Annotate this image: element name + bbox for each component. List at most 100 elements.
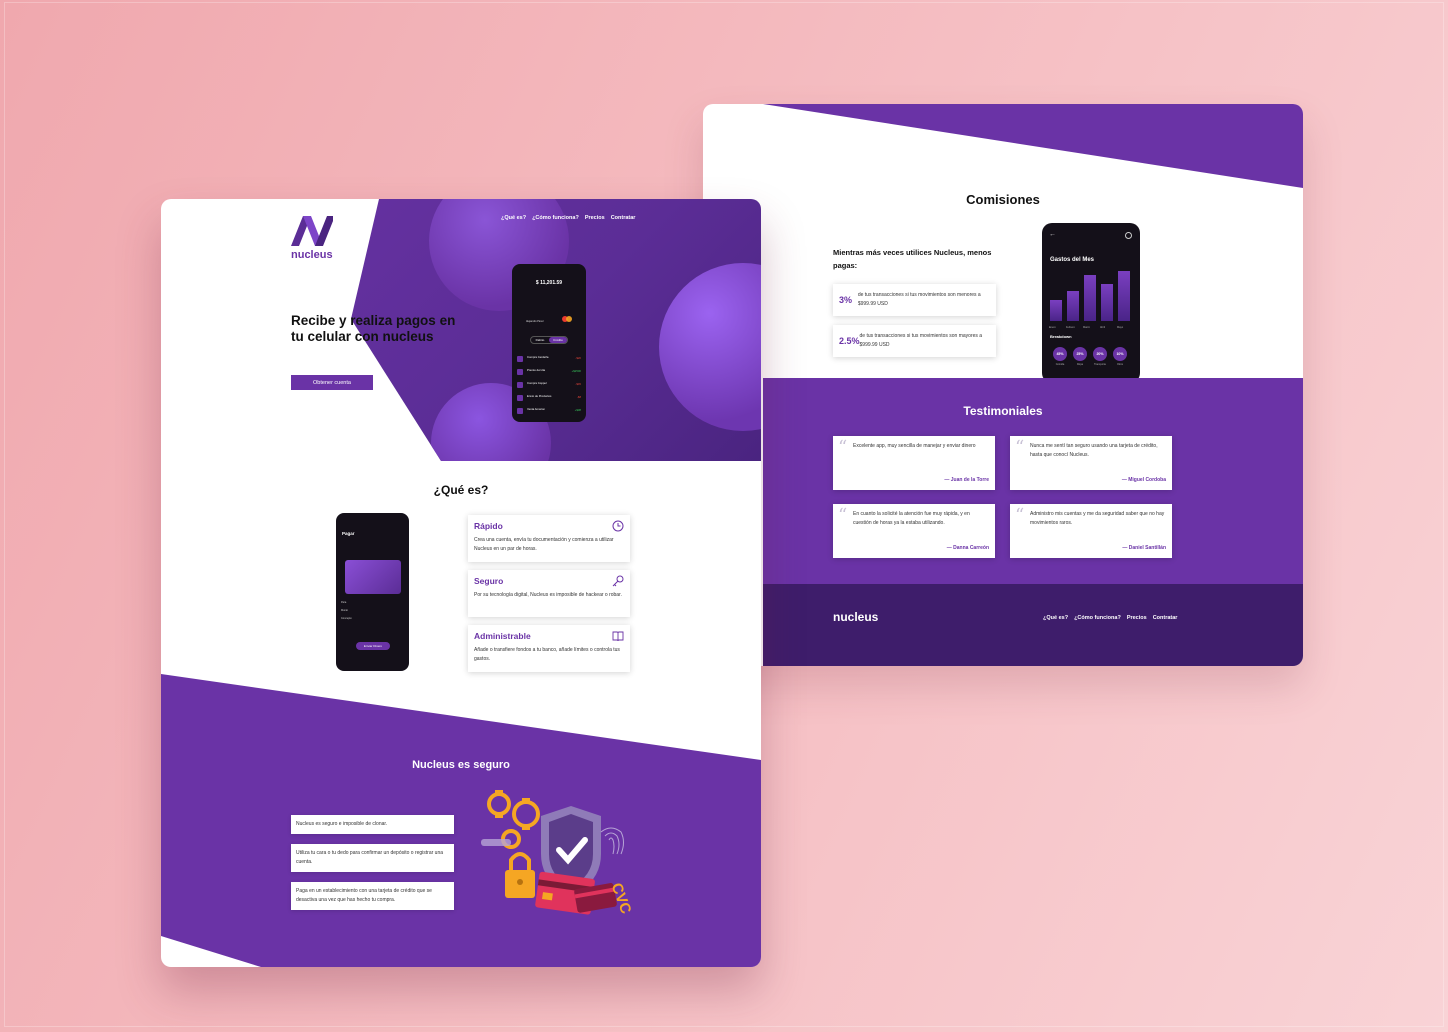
rate-desc: de tus transacciones si tus movimientos … <box>857 292 981 307</box>
feature-card: Administrable Añade o transfiere fondos … <box>468 625 630 672</box>
key-icon <box>612 575 624 587</box>
transaction-amount: +$2500 <box>571 369 581 373</box>
mastercard-icon <box>566 316 572 322</box>
brand-logo[interactable]: nucleus <box>291 216 335 261</box>
pay-phone-mockup: Pagar Para Monto Concepto Enviar Dinero <box>336 513 409 671</box>
rate-card: 3% de tus transacciones si tus movimient… <box>833 284 996 316</box>
transaction-name: Compra Coppel <box>527 381 547 385</box>
wallet-phone-mockup: $ 11,201.59 Alejandro Pérez Débito Crédi… <box>512 264 586 422</box>
testimonial-card: “ En cuanto la solicité la atención fue … <box>833 504 995 558</box>
chart-bar <box>1101 284 1113 321</box>
chart-bar-label: Marzo <box>1083 326 1090 329</box>
send-money-button[interactable]: Enviar Dinero <box>356 642 390 650</box>
footer-nav-contratar[interactable]: Contratar <box>1153 615 1178 621</box>
percent-circle: 20% <box>1093 347 1107 361</box>
logo-mark-icon <box>291 216 335 246</box>
transaction-name: Venta Amazon <box>527 407 546 411</box>
profile-icon <box>1125 232 1132 239</box>
quote-icon: “ <box>1015 505 1025 526</box>
expenses-phone-mockup: ← Gastos del Mes Enero Febrero Marzo Abril M… <box>1042 223 1140 383</box>
toggle-credito[interactable]: Crédito <box>549 337 567 343</box>
phone-balance: $ 11,201.59 <box>535 280 563 286</box>
transaction-icon <box>517 369 523 375</box>
phone-title: Gastos del Mes <box>1050 257 1095 263</box>
nav-como-funciona[interactable]: ¿Cómo funciona? <box>532 215 579 221</box>
testimonial-author: — Daniel Santillán <box>1122 545 1166 551</box>
footer-nav-precios[interactable]: Precios <box>1127 615 1147 621</box>
footer-nav-que-es[interactable]: ¿Qué es? <box>1043 615 1068 621</box>
transaction-amount: +$38 <box>574 408 581 412</box>
form-row: Para <box>341 601 347 604</box>
chart-bar <box>1118 271 1130 321</box>
rate-card: 2.5% de tus transacciones si tus movimie… <box>833 325 996 357</box>
testimonial-author: — Danna Carreón <box>946 545 989 551</box>
transaction-icon <box>517 408 523 414</box>
nav-que-es[interactable]: ¿Qué es? <box>501 215 526 221</box>
rate-desc: de tus transacciones si tus movimientos … <box>859 333 983 348</box>
transaction-name: Envío de Productos <box>527 394 552 398</box>
percent-label: Transporte <box>1094 363 1106 366</box>
transaction-row[interactable]: Venta Amazon +$38 <box>517 407 581 417</box>
percent-circle: 25% <box>1073 347 1087 361</box>
percent-label: Otros <box>1116 363 1124 366</box>
nav-contratar[interactable]: Contratar <box>611 215 636 221</box>
que-es-title: ¿Qué es? <box>433 483 489 497</box>
testimonial-card: “ Administro mis cuentas y me da segurid… <box>1010 504 1172 558</box>
nav-precios[interactable]: Precios <box>585 215 605 221</box>
decorative-circle <box>659 263 761 431</box>
chart-bar <box>1067 291 1079 321</box>
testimonial-card: “ Nunca me sentí tan seguro usando una t… <box>1010 436 1172 490</box>
secure-point: Utiliza tu cara o tu dedo para confirmar… <box>291 844 454 872</box>
chart-bar-label: Febrero <box>1066 326 1075 329</box>
testimonial-author: — Juan de la Torre <box>944 477 989 483</box>
form-row: Monto <box>341 609 348 612</box>
secure-point: Paga en un establecimiento con una tarje… <box>291 882 454 910</box>
transaction-name: Compra Cerdeña <box>527 355 549 359</box>
get-account-button[interactable]: Obtener cuenta <box>291 375 373 390</box>
logo-wordmark: nucleus <box>291 249 333 261</box>
transaction-icon <box>517 395 523 401</box>
rate-value: 3% <box>839 295 853 305</box>
comisiones-title: Comisiones <box>966 192 1040 207</box>
chart-bar-label: Abril <box>1100 326 1106 329</box>
transaction-name: Premio del día <box>527 368 546 372</box>
book-icon <box>612 631 624 642</box>
chart-bar <box>1084 275 1096 321</box>
credit-card-graphic <box>345 560 401 594</box>
footer: nucleus ¿Qué es? ¿Cómo funciona? Precios… <box>763 584 1303 666</box>
rate-value: 2.5% <box>839 336 860 346</box>
landing-page-lower: Comisiones Mientras más veces utilices N… <box>703 104 1303 666</box>
back-arrow-icon: ← <box>1049 231 1056 238</box>
feature-desc: Crea una cuenta, envía tu documentación … <box>474 537 614 552</box>
transaction-icon <box>517 382 523 388</box>
hero-headline: Recibe y realiza pagos en tu celular con… <box>291 313 456 344</box>
testimonial-card: “ Excelente app, muy sencilla de manejar… <box>833 436 995 490</box>
quote-icon: “ <box>838 437 848 458</box>
transaction-row[interactable]: Envío de Productos -$8 <box>517 394 581 404</box>
footer-nav-como-funciona[interactable]: ¿Cómo funciona? <box>1074 615 1121 621</box>
feature-desc: Añade o transfiere fondos a tu banco, añ… <box>474 647 620 662</box>
percent-circle: 45% <box>1053 347 1067 361</box>
quote-icon: “ <box>838 505 848 526</box>
feature-desc: Por su tecnología digital, Nucleus es im… <box>474 592 622 598</box>
secure-point: Nucleus es seguro e imposible de clonar. <box>291 815 454 834</box>
toggle-debito[interactable]: Débito <box>531 337 549 343</box>
card-holder: Alejandro Pérez <box>526 320 544 323</box>
clock-icon <box>612 520 624 532</box>
form-row: Concepto <box>341 617 352 620</box>
transaction-row[interactable]: Compra Coppel -$45 <box>517 381 581 391</box>
secure-title: Nucleus es seguro <box>412 759 510 771</box>
footer-logo[interactable]: nucleus <box>833 610 878 624</box>
feature-title: Seguro <box>474 576 504 586</box>
testimonial-text: Administro mis cuentas y me da seguridad… <box>1030 511 1165 526</box>
top-nav: ¿Qué es? ¿Cómo funciona? Precios Contrat… <box>501 215 635 221</box>
testimonial-author: — Miguel Cordoba <box>1121 477 1166 483</box>
transaction-row[interactable]: Compra Cerdeña -$20 <box>517 355 581 365</box>
chart-bar <box>1050 300 1062 321</box>
card-type-toggle[interactable]: Débito Crédito <box>530 336 568 344</box>
chart-bar-label: Mayo <box>1117 326 1124 329</box>
transaction-row[interactable]: Premio del día +$2500 <box>517 368 581 378</box>
transaction-amount: -$20 <box>575 356 581 360</box>
transaction-icon <box>517 356 523 362</box>
transaction-amount: -$8 <box>576 395 581 399</box>
